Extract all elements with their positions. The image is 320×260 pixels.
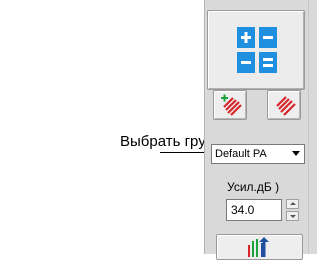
add-group-button[interactable] [213,90,247,120]
calculator-button[interactable] [207,10,305,90]
chart-button[interactable] [216,234,303,260]
chevron-down-icon [290,215,296,218]
panel-edge-divider [308,0,309,254]
remove-group-button[interactable] [267,90,301,120]
remove-group-icon [276,96,296,116]
add-group-icon [221,94,242,116]
gain-label: Усил.дБ ) [227,180,280,194]
group-select[interactable]: Default PA [211,144,305,164]
gain-input[interactable] [226,199,282,221]
chevron-up-icon [290,202,296,205]
calculator-icon [237,27,277,73]
group-select-value: Default PA [215,148,267,160]
chevron-down-icon[interactable] [292,151,300,156]
gain-decrement-button[interactable] [286,211,299,221]
chart-cursor-icon [248,237,269,257]
gain-increment-button[interactable] [286,199,299,209]
